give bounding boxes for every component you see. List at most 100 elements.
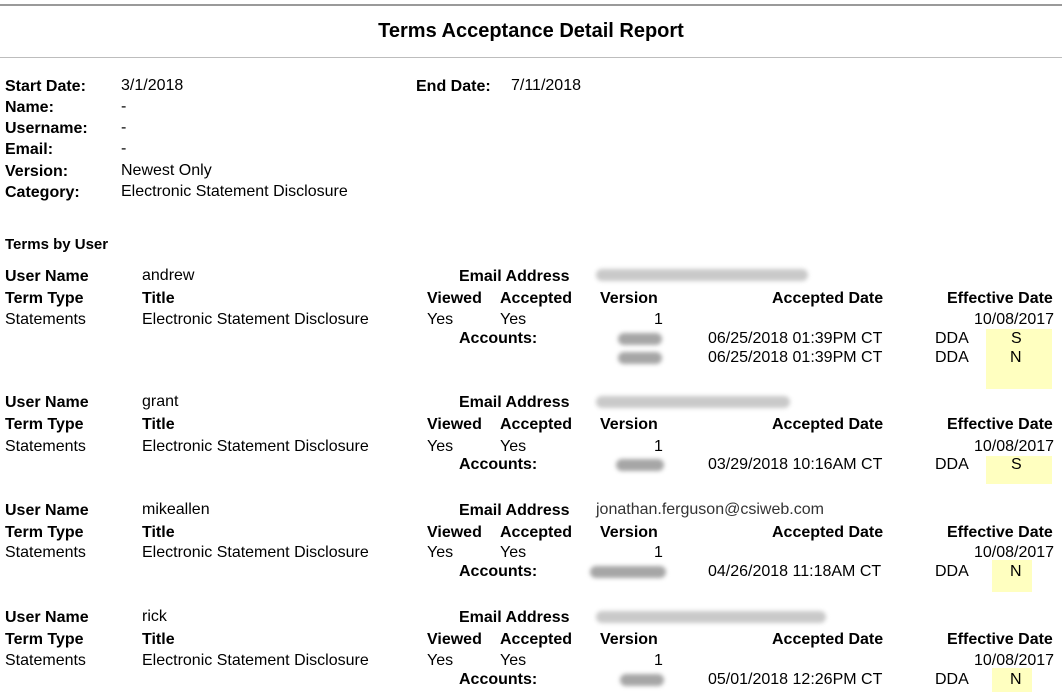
- email-address-value: jonathan.ferguson@csiweb.com: [596, 501, 824, 518]
- redacted-account: [616, 459, 664, 471]
- term-type-label: Term Type: [5, 416, 84, 433]
- viewed-label: Viewed: [427, 524, 482, 541]
- effective-date-label: Effective Date: [947, 416, 1053, 433]
- account-accepted-date: 06/25/2018 01:39PM CT: [708, 330, 883, 347]
- version-col-label: Version: [600, 416, 658, 433]
- end-date-label: End Date:: [416, 78, 491, 95]
- account-type: DDA: [935, 671, 969, 688]
- redacted-email: [596, 269, 808, 281]
- effective-date-label: Effective Date: [947, 290, 1053, 307]
- term-type-label: Term Type: [5, 524, 84, 541]
- version-value: 1: [654, 311, 663, 328]
- email-value: -: [121, 140, 127, 157]
- accepted-value: Yes: [500, 438, 527, 455]
- viewed-value: Yes: [427, 652, 454, 669]
- term-type-label: Term Type: [5, 290, 84, 307]
- version-value: 1: [654, 438, 663, 455]
- title-value: Electronic Statement Disclosure: [142, 544, 369, 561]
- viewed-value: Yes: [427, 544, 454, 561]
- account-type: DDA: [935, 349, 969, 366]
- version-col-label: Version: [600, 524, 658, 541]
- user-name-value: rick: [142, 608, 167, 625]
- user-name-value: grant: [142, 393, 179, 410]
- redacted-account: [618, 352, 662, 364]
- title-value: Electronic Statement Disclosure: [142, 652, 369, 669]
- accepted-date-label: Accepted Date: [772, 416, 884, 433]
- email-address-label: Email Address: [459, 502, 570, 519]
- category-label: Category:: [5, 184, 80, 201]
- effective-date-value: 10/08/2017: [974, 311, 1055, 328]
- name-value: -: [121, 98, 127, 115]
- accepted-label: Accepted: [500, 631, 573, 648]
- title-value: Electronic Statement Disclosure: [142, 311, 369, 328]
- effective-date-label: Effective Date: [947, 524, 1053, 541]
- account-accepted-date: 06/25/2018 01:39PM CT: [708, 349, 883, 366]
- category-value: Electronic Statement Disclosure: [121, 183, 348, 200]
- title-value: Electronic Statement Disclosure: [142, 438, 369, 455]
- version-label: Version:: [5, 163, 69, 180]
- term-type-value: Statements: [5, 652, 86, 669]
- effective-date-label: Effective Date: [947, 631, 1053, 648]
- user-name-value: andrew: [142, 267, 195, 284]
- accepted-date-label: Accepted Date: [772, 290, 884, 307]
- title-label: Title: [142, 416, 175, 433]
- title-rule: [0, 57, 1062, 58]
- accepted-date-label: Accepted Date: [772, 524, 884, 541]
- user-name-label: User Name: [5, 609, 89, 626]
- term-type-value: Statements: [5, 438, 86, 455]
- user-name-label: User Name: [5, 268, 89, 285]
- version-value: Newest Only: [121, 162, 212, 179]
- account-flag: S: [1011, 330, 1022, 347]
- viewed-value: Yes: [427, 311, 454, 328]
- redacted-email: [596, 396, 790, 408]
- account-accepted-date: 04/26/2018 11:18AM CT: [708, 563, 882, 580]
- term-type-value: Statements: [5, 544, 86, 561]
- version-value: 1: [654, 544, 663, 561]
- version-col-label: Version: [600, 631, 658, 648]
- account-accepted-date: 03/29/2018 10:16AM CT: [708, 456, 883, 473]
- title-label: Title: [142, 290, 175, 307]
- accounts-label: Accounts:: [459, 330, 538, 347]
- redacted-email: [596, 611, 826, 623]
- account-type: DDA: [935, 563, 969, 580]
- account-accepted-date: 05/01/2018 12:26PM CT: [708, 671, 883, 688]
- effective-date-value: 10/08/2017: [974, 438, 1055, 455]
- accepted-value: Yes: [500, 311, 527, 328]
- email-address-label: Email Address: [459, 394, 570, 411]
- effective-date-value: 10/08/2017: [974, 652, 1055, 669]
- redacted-account: [618, 333, 662, 345]
- accounts-label: Accounts:: [459, 456, 538, 473]
- user-name-label: User Name: [5, 394, 89, 411]
- report-title: Terms Acceptance Detail Report: [378, 20, 684, 42]
- start-date-label: Start Date:: [5, 78, 86, 95]
- account-type: DDA: [935, 456, 969, 473]
- email-address-label: Email Address: [459, 609, 570, 626]
- viewed-label: Viewed: [427, 290, 482, 307]
- start-date-value: 3/1/2018: [121, 77, 184, 94]
- accounts-label: Accounts:: [459, 563, 538, 580]
- end-date-value: 7/11/2018: [511, 77, 581, 94]
- accepted-date-label: Accepted Date: [772, 631, 884, 648]
- name-label: Name:: [5, 99, 54, 116]
- username-value: -: [121, 119, 127, 136]
- accepted-value: Yes: [500, 652, 527, 669]
- username-label: Username:: [5, 120, 88, 137]
- accepted-value: Yes: [500, 544, 527, 561]
- email-label: Email:: [5, 141, 54, 158]
- viewed-label: Viewed: [427, 416, 482, 433]
- user-name-value: mikeallen: [142, 501, 210, 518]
- account-flag: N: [1010, 563, 1022, 580]
- effective-date-value: 10/08/2017: [974, 544, 1055, 561]
- account-type: DDA: [935, 330, 969, 347]
- accounts-label: Accounts:: [459, 671, 538, 688]
- email-address-label: Email Address: [459, 268, 570, 285]
- accepted-label: Accepted: [500, 416, 573, 433]
- top-rule: [0, 4, 1062, 6]
- redacted-account: [620, 674, 664, 686]
- title-label: Title: [142, 524, 175, 541]
- account-flag: N: [1010, 349, 1022, 366]
- version-col-label: Version: [600, 290, 658, 307]
- accepted-label: Accepted: [500, 524, 573, 541]
- accepted-label: Accepted: [500, 290, 573, 307]
- term-type-value: Statements: [5, 311, 86, 328]
